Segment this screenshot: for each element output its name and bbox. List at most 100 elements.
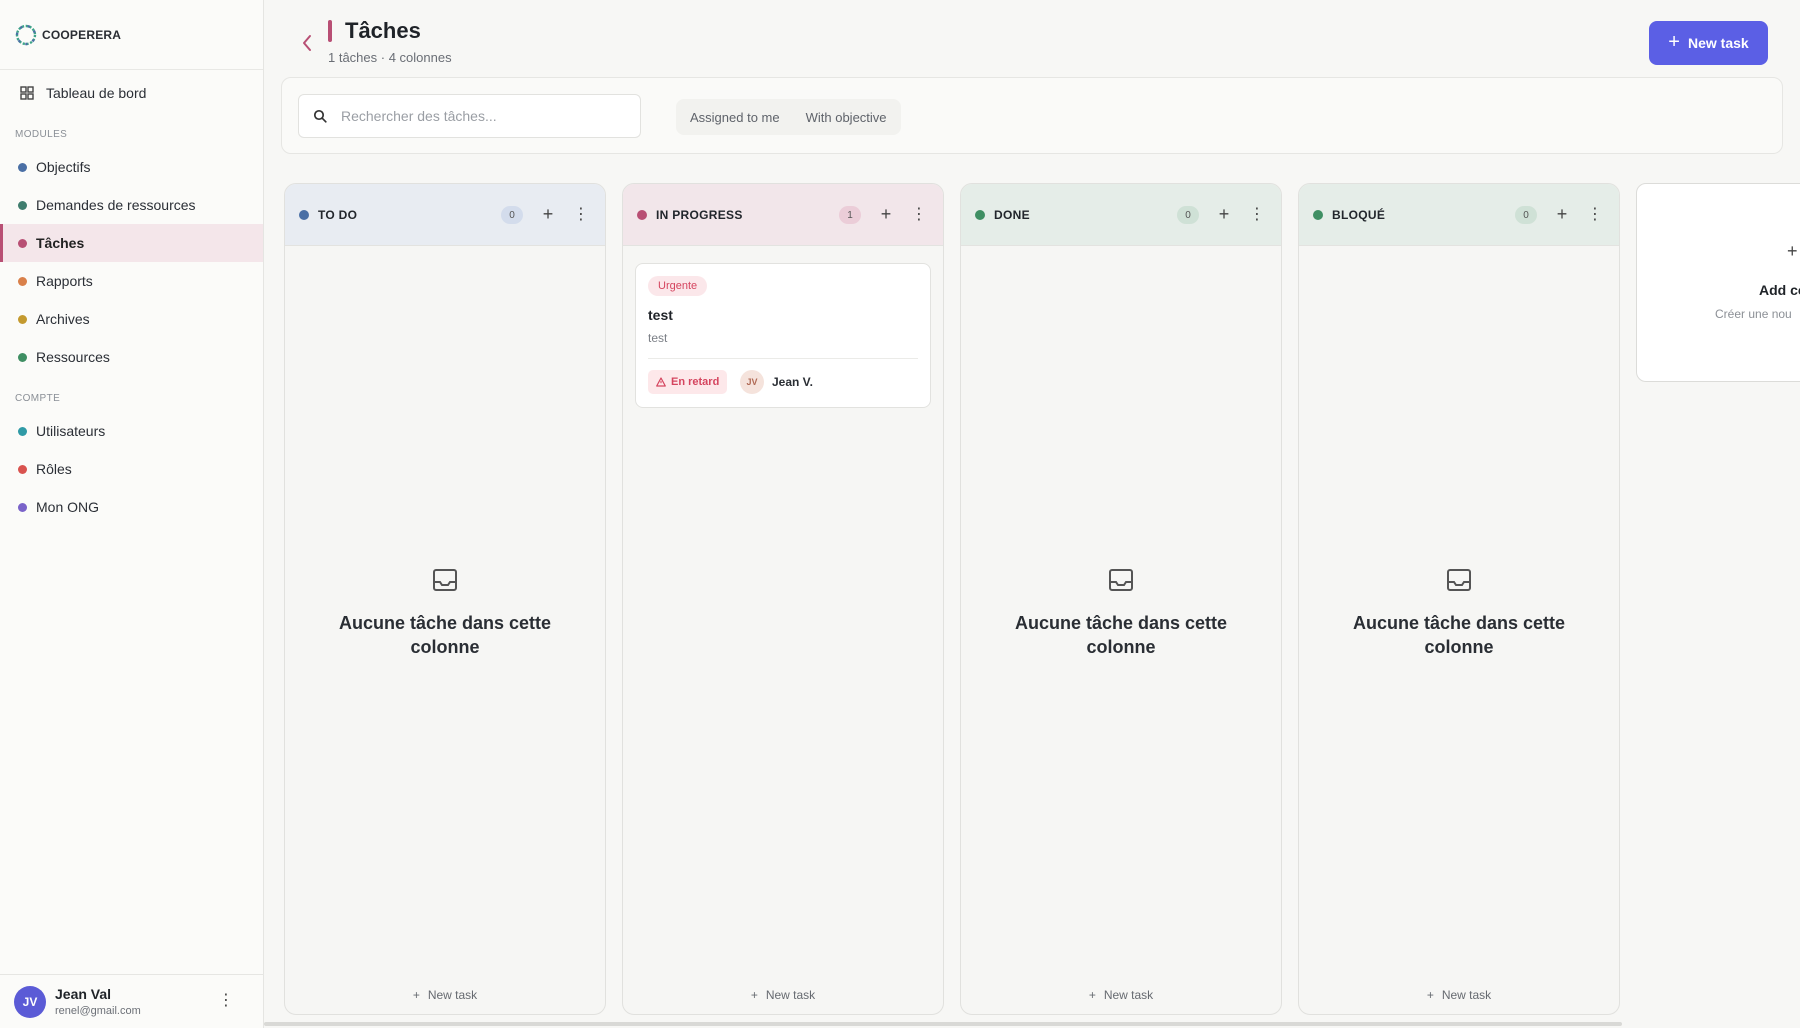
horizontal-scrollbar[interactable] <box>264 1022 1622 1026</box>
user-email: renel@gmail.com <box>55 1005 141 1017</box>
sidebar-item-label: Mon ONG <box>36 499 100 515</box>
more-vertical-icon[interactable]: ⋮ <box>218 993 234 1009</box>
divider <box>648 358 918 359</box>
sidebar-item-rapports[interactable]: Rapports <box>0 262 263 300</box>
sidebar-item-ressources[interactable]: Ressources <box>0 338 263 376</box>
column-new-task-button[interactable]: + New task <box>285 988 605 1002</box>
kanban-column-done: DONE 0 + ⋮ Aucune tâche dans cette colon… <box>960 183 1282 1015</box>
more-vertical-icon[interactable]: ⋮ <box>1582 201 1608 227</box>
color-dot-icon <box>18 162 27 172</box>
column-header: IN PROGRESS 1 + ⋮ <box>623 184 943 246</box>
plus-icon: + <box>1088 988 1096 1002</box>
sidebar-item-label: Demandes de ressources <box>36 197 196 213</box>
column-new-task-button[interactable]: + New task <box>1299 988 1619 1002</box>
filter-with-objective[interactable]: With objective <box>806 110 887 125</box>
user-profile[interactable]: JV Jean Val renel@gmail.com ⋮ <box>0 974 264 1028</box>
column-new-task-label: New task <box>1441 988 1492 1002</box>
color-dot-icon <box>1313 209 1323 220</box>
sidebar-item-utilisateurs[interactable]: Utilisateurs <box>0 412 263 450</box>
sidebar-item-label: Tableau de bord <box>46 85 147 101</box>
column-count-badge: 0 <box>501 206 523 224</box>
color-dot-icon <box>18 426 27 436</box>
color-dot-icon <box>18 238 27 248</box>
filter-panel: Assigned to me With objective <box>281 77 1783 154</box>
kanban-column-bloque: BLOQUÉ 0 + ⋮ Aucune tâche dans cette col… <box>1298 183 1620 1015</box>
more-vertical-icon[interactable]: ⋮ <box>1244 201 1270 227</box>
column-title: DONE <box>994 207 1030 222</box>
add-task-icon[interactable]: + <box>1549 201 1575 227</box>
sidebar-item-mon-ong[interactable]: Mon ONG <box>0 488 263 526</box>
sidebar-item-dashboard[interactable]: Tableau de bord <box>0 74 263 112</box>
kanban-column-todo: TO DO 0 + ⋮ Aucune tâche dans cette colo… <box>284 183 606 1015</box>
assignee-avatar: JV <box>740 370 764 394</box>
column-header: DONE 0 + ⋮ <box>961 184 1281 246</box>
section-title-modules: MODULES <box>15 129 68 140</box>
add-column-clip: + Add co Créer une nou <box>1630 175 1800 390</box>
empty-state-text: Aucune tâche dans cette colonne <box>1014 613 1228 657</box>
filter-assigned-to-me[interactable]: Assigned to me <box>690 110 780 125</box>
title-accent-bar <box>328 20 332 42</box>
section-title-compte: COMPTE <box>15 393 61 404</box>
column-count-badge: 0 <box>1177 206 1199 224</box>
new-task-button[interactable]: + New task <box>1649 21 1768 65</box>
avatar: JV <box>14 985 46 1018</box>
sidebar-item-taches[interactable]: Tâches <box>0 224 263 262</box>
color-dot-icon <box>18 352 27 362</box>
sidebar: COOPERERA Tableau de bord MODULES Object… <box>0 0 264 1028</box>
sidebar-item-roles[interactable]: Rôles <box>0 450 263 488</box>
search-box[interactable] <box>298 94 641 138</box>
search-icon <box>313 109 327 123</box>
plus-icon: + <box>1668 31 1680 53</box>
column-header: BLOQUÉ 0 + ⋮ <box>1299 184 1619 246</box>
sidebar-item-demandes-de-ressources[interactable]: Demandes de ressources <box>0 186 263 224</box>
sidebar-item-label: Rapports <box>36 273 93 289</box>
add-column-subtitle: Créer une nou <box>1715 307 1792 321</box>
more-vertical-icon[interactable]: ⋮ <box>568 201 594 227</box>
kanban-column-in-progress: IN PROGRESS 1 + ⋮ Urgente test test En r… <box>622 183 944 1015</box>
color-dot-icon <box>18 314 27 324</box>
task-card[interactable]: Urgente test test En retard JV Jean V. <box>635 263 931 408</box>
column-count-badge: 0 <box>1515 206 1537 224</box>
color-dot-icon <box>18 200 27 210</box>
column-new-task-button[interactable]: + New task <box>961 988 1281 1002</box>
color-dot-icon <box>18 502 27 512</box>
sidebar-item-label: Utilisateurs <box>36 423 106 439</box>
add-task-icon[interactable]: + <box>873 201 899 227</box>
sidebar-item-label: Objectifs <box>36 159 91 175</box>
sidebar-item-objectifs[interactable]: Objectifs <box>0 148 263 186</box>
sidebar-item-label: Archives <box>36 311 90 327</box>
color-dot-icon <box>637 209 647 220</box>
page-subtitle: 1 tâches · 4 colonnes <box>328 50 452 65</box>
page-title: Tâches <box>345 18 421 43</box>
color-dot-icon <box>299 209 309 220</box>
task-title: test <box>648 307 673 323</box>
plus-icon: + <box>412 988 420 1002</box>
back-button[interactable] <box>296 30 318 56</box>
column-title: IN PROGRESS <box>656 207 743 222</box>
more-vertical-icon[interactable]: ⋮ <box>906 201 932 227</box>
add-task-icon[interactable]: + <box>1211 201 1237 227</box>
priority-badge: Urgente <box>648 276 708 296</box>
new-task-label: New task <box>1687 35 1749 51</box>
user-name: Jean Val <box>55 986 112 1002</box>
empty-state: Aucune tâche dans cette colonne <box>1299 568 1619 659</box>
column-count-badge: 1 <box>839 206 861 224</box>
sidebar-item-archives[interactable]: Archives <box>0 300 263 338</box>
column-new-task-label: New task <box>1103 988 1154 1002</box>
empty-state: Aucune tâche dans cette colonne <box>285 568 605 659</box>
add-task-icon[interactable]: + <box>535 201 561 227</box>
chevron-left-icon <box>303 35 311 51</box>
sidebar-item-label: Ressources <box>36 349 110 365</box>
brand[interactable]: COOPERERA <box>0 0 263 70</box>
empty-state-text: Aucune tâche dans cette colonne <box>338 613 552 657</box>
add-column-card[interactable]: + Add co Créer une nou <box>1636 183 1800 382</box>
assignee-name: Jean V. <box>772 375 813 389</box>
color-dot-icon <box>18 464 27 474</box>
brand-name: COOPERERA <box>42 27 122 42</box>
plus-icon: + <box>750 988 758 1002</box>
column-new-task-label: New task <box>427 988 478 1002</box>
search-input[interactable] <box>341 108 621 124</box>
inbox-icon <box>433 569 457 591</box>
column-new-task-button[interactable]: + New task <box>623 988 943 1002</box>
column-header: TO DO 0 + ⋮ <box>285 184 605 246</box>
